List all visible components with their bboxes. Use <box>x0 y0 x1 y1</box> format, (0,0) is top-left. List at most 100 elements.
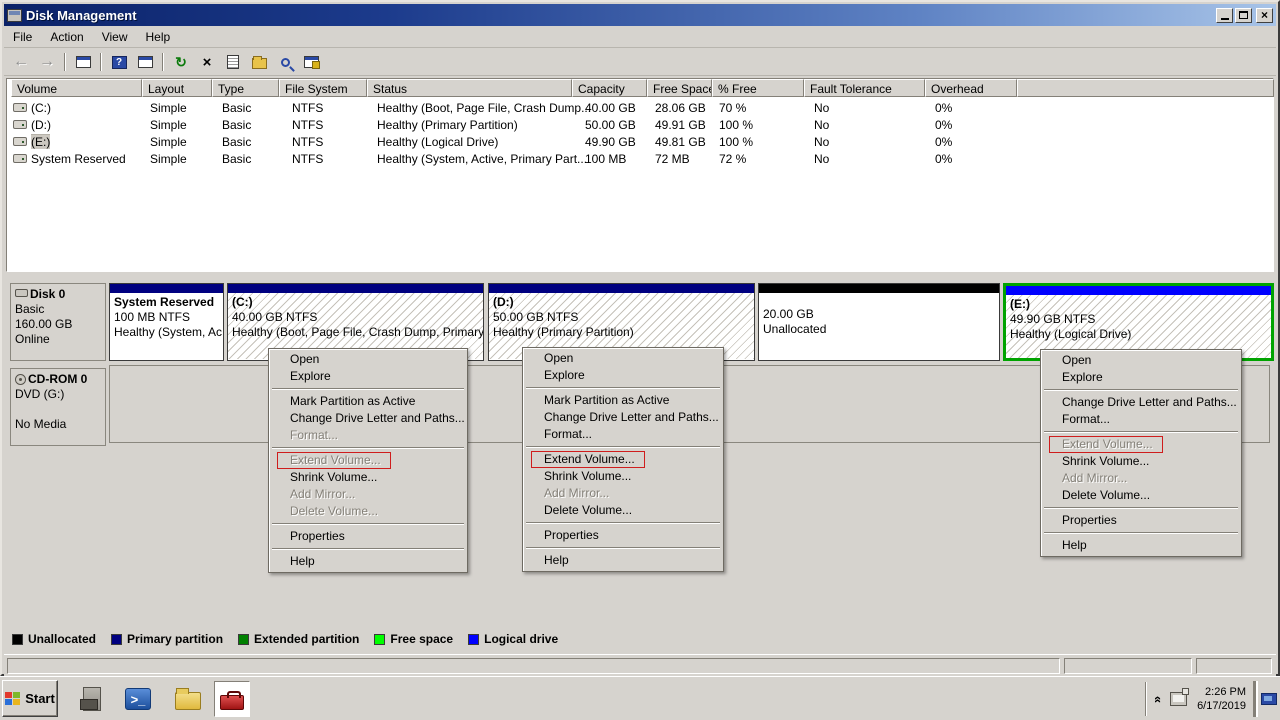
column-header-fault-tolerance[interactable]: Fault Tolerance <box>804 79 925 97</box>
pane-splitter[interactable] <box>4 273 1276 280</box>
menu-item-format[interactable]: Format... <box>524 426 722 443</box>
maximize-button[interactable] <box>1235 8 1252 23</box>
start-label: Start <box>25 691 55 706</box>
menu-item-delete-volume[interactable]: Delete Volume... <box>1042 487 1240 504</box>
delete-button[interactable]: × <box>195 51 219 73</box>
menu-item-change-drive-letter-and-paths[interactable]: Change Drive Letter and Paths... <box>524 409 722 426</box>
show-desktop-button[interactable] <box>1256 681 1280 717</box>
menu-item-open[interactable]: Open <box>524 350 722 367</box>
menu-item-properties[interactable]: Properties <box>270 528 466 545</box>
close-button[interactable]: × <box>1256 8 1273 23</box>
partition-20-00-gb[interactable]: 20.00 GBUnallocated <box>758 283 1000 361</box>
menu-separator <box>272 523 464 525</box>
legend: UnallocatedPrimary partitionExtended par… <box>12 632 558 646</box>
minimize-button[interactable] <box>1216 8 1233 23</box>
menu-item-extend-volume[interactable]: Extend Volume... <box>524 451 722 468</box>
column-header-capacity[interactable]: Capacity <box>572 79 647 97</box>
menu-item-shrink-volume[interactable]: Shrink Volume... <box>270 469 466 486</box>
column-header-status[interactable]: Status <box>367 79 572 97</box>
menu-item-shrink-volume[interactable]: Shrink Volume... <box>524 468 722 485</box>
menu-item-label: Delete Volume... <box>1062 488 1150 502</box>
computer-management-button[interactable] <box>214 681 250 717</box>
legend-logical-drive: Logical drive <box>468 632 558 646</box>
menu-item-explore[interactable]: Explore <box>270 368 466 385</box>
menu-item-label: Shrink Volume... <box>1062 454 1149 468</box>
menu-item-delete-volume[interactable]: Delete Volume... <box>524 502 722 519</box>
clock[interactable]: 2:26 PM 6/17/2019 <box>1197 685 1246 713</box>
volume-row-system-reserved[interactable]: System ReservedSimpleBasicNTFSHealthy (S… <box>7 150 1273 167</box>
find-button[interactable] <box>273 51 297 73</box>
menu-view[interactable]: View <box>93 28 137 46</box>
column-header-overhead[interactable]: Overhead <box>925 79 1017 97</box>
cell-fs: NTFS <box>292 150 323 166</box>
menu-item-shrink-volume[interactable]: Shrink Volume... <box>1042 453 1240 470</box>
menu-file[interactable]: File <box>4 28 41 46</box>
start-button[interactable]: Start <box>2 680 58 717</box>
refresh-button[interactable]: ↻ <box>169 51 193 73</box>
column-header-filler[interactable] <box>1017 79 1274 97</box>
menu-item-help[interactable]: Help <box>1042 537 1240 554</box>
partition-system-reserved[interactable]: System Reserved100 MB NTFSHealthy (Syste… <box>109 283 224 361</box>
menu-item-add-mirror: Add Mirror... <box>524 485 722 502</box>
properties-icon <box>227 55 239 69</box>
column-header-layout[interactable]: Layout <box>142 79 212 97</box>
column-header-free[interactable]: % Free <box>712 79 804 97</box>
menu-item-mark-partition-as-active[interactable]: Mark Partition as Active <box>524 392 722 409</box>
menu-item-explore[interactable]: Explore <box>524 367 722 384</box>
volume-icon <box>13 103 27 112</box>
menu-item-change-drive-letter-and-paths[interactable]: Change Drive Letter and Paths... <box>1042 394 1240 411</box>
server-manager-button[interactable] <box>74 681 110 717</box>
column-header-volume[interactable]: Volume <box>11 79 142 97</box>
help-button[interactable]: ? <box>107 51 131 73</box>
manage-button[interactable] <box>299 51 323 73</box>
menu-separator <box>526 387 720 389</box>
cell-free: 49.81 GB <box>655 133 706 149</box>
menu-item-format[interactable]: Format... <box>1042 411 1240 428</box>
cdrom-header[interactable]: CD-ROM 0 DVD (G:) No Media <box>10 368 106 446</box>
column-header-free-space[interactable]: Free Space <box>647 79 712 97</box>
disk-management-window: Disk Management × File Action View Help … <box>0 0 1280 676</box>
disk0-header[interactable]: Disk 0 Basic 160.00 GB Online <box>10 283 106 361</box>
menu-item-label: Properties <box>1062 513 1117 527</box>
menu-item-label: Explore <box>290 369 331 383</box>
volume-row-d[interactable]: (D:)SimpleBasicNTFSHealthy (Primary Part… <box>7 116 1273 133</box>
column-header-file-system[interactable]: File System <box>279 79 367 97</box>
open-folder-button[interactable] <box>247 51 271 73</box>
cell-status: Healthy (Boot, Page File, Crash Dump... <box>377 99 591 115</box>
properties-button[interactable] <box>221 51 245 73</box>
menu-item-explore[interactable]: Explore <box>1042 369 1240 386</box>
action-pane-button[interactable] <box>133 51 157 73</box>
title-bar[interactable]: Disk Management × <box>4 4 1276 26</box>
powershell-button[interactable]: >_ <box>120 681 156 717</box>
back-button[interactable]: ← <box>9 51 33 73</box>
menu-item-add-mirror: Add Mirror... <box>270 486 466 503</box>
cell-pct_free: 100 % <box>719 133 753 149</box>
menu-item-mark-partition-as-active[interactable]: Mark Partition as Active <box>270 393 466 410</box>
clock-date: 6/17/2019 <box>1197 699 1246 713</box>
menu-item-open[interactable]: Open <box>1042 352 1240 369</box>
menu-item-change-drive-letter-and-paths[interactable]: Change Drive Letter and Paths... <box>270 410 466 427</box>
partition-size: 50.00 GB NTFS <box>493 310 754 325</box>
network-icon[interactable] <box>1170 692 1187 706</box>
partition-size: 49.90 GB NTFS <box>1010 312 1271 327</box>
menu-item-help[interactable]: Help <box>270 553 466 570</box>
menu-item-properties[interactable]: Properties <box>524 527 722 544</box>
explorer-button[interactable] <box>170 681 206 717</box>
menu-item-label: Add Mirror... <box>544 486 609 500</box>
cell-layout: Simple <box>150 150 187 166</box>
menu-separator <box>526 547 720 549</box>
column-header-type[interactable]: Type <box>212 79 279 97</box>
menu-item-properties[interactable]: Properties <box>1042 512 1240 529</box>
menu-action[interactable]: Action <box>41 28 92 46</box>
volume-row-c[interactable]: (C:)SimpleBasicNTFSHealthy (Boot, Page F… <box>7 99 1273 116</box>
forward-button[interactable]: → <box>35 51 59 73</box>
show-hidden-icons-chevron[interactable]: « <box>1151 695 1166 702</box>
console-tree-button[interactable] <box>71 51 95 73</box>
cdrom-icon <box>15 374 26 385</box>
cell-fs: NTFS <box>292 133 323 149</box>
menu-item-help[interactable]: Help <box>524 552 722 569</box>
volume-row-e[interactable]: (E:)SimpleBasicNTFSHealthy (Logical Driv… <box>7 133 1273 150</box>
menu-item-open[interactable]: Open <box>270 351 466 368</box>
menu-help[interactable]: Help <box>137 28 180 46</box>
cell-status: Healthy (System, Active, Primary Part... <box>377 150 587 166</box>
